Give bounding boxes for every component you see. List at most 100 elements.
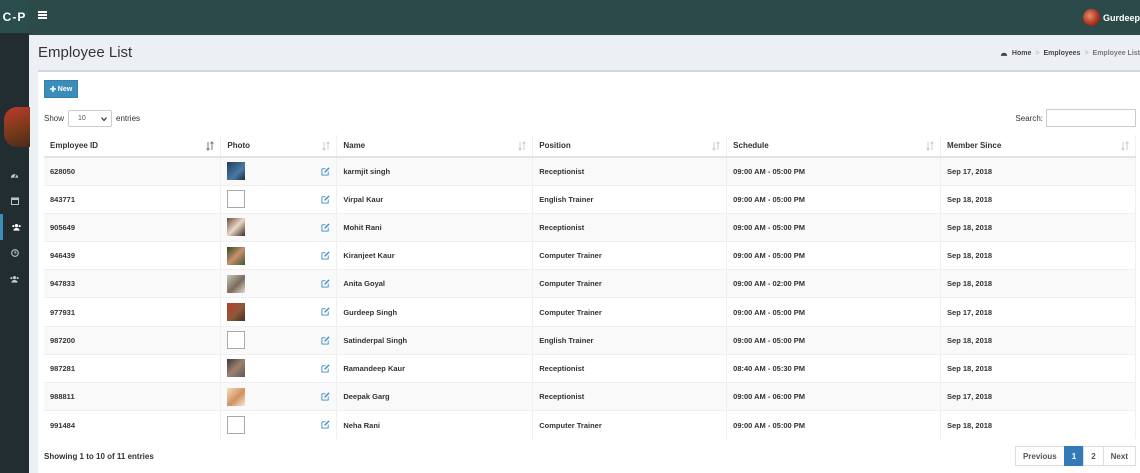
schedule-cell: 09:00 AM - 02:00 PM bbox=[726, 269, 942, 298]
sort-icon bbox=[518, 141, 527, 151]
member-since-cell: Sep 18, 2018 bbox=[940, 269, 1136, 298]
column-header-label: Position bbox=[539, 141, 571, 150]
pagination: Previous 1 2 Next bbox=[1014, 446, 1136, 466]
new-button-label: New bbox=[57, 85, 73, 93]
member-since-cell: Sep 18, 2018 bbox=[940, 353, 1136, 383]
sidebar-nav bbox=[0, 162, 29, 292]
breadcrumb-home[interactable]: Home bbox=[1012, 50, 1031, 57]
page-1-button[interactable]: 1 bbox=[1063, 446, 1085, 466]
name-cell: Gurdeep Singh bbox=[336, 297, 534, 327]
chevron-down-icon bbox=[101, 116, 107, 121]
employee-photo bbox=[227, 246, 246, 265]
employee-table: Employee ID Photo Name Position Schedule Memb… bbox=[44, 135, 1136, 439]
table-row: 628050 karmjit singh Receptionist 09:00 AM … bbox=[44, 156, 1136, 186]
table-row: 946439 Kiranjeet Kaur Computer Trainer 09:0… bbox=[44, 241, 1136, 270]
group-icon bbox=[10, 276, 19, 283]
edit-icon[interactable] bbox=[321, 420, 330, 429]
sidebar-item-employees[interactable] bbox=[0, 214, 29, 240]
edit-icon[interactable] bbox=[321, 167, 330, 176]
column-header[interactable]: Member Since bbox=[940, 135, 1136, 158]
name-cell: Neha Rani bbox=[336, 410, 534, 439]
search-input[interactable] bbox=[1046, 109, 1136, 127]
member-since-cell: Sep 18, 2018 bbox=[940, 212, 1136, 242]
position-cell: Computer Trainer bbox=[532, 269, 728, 298]
table-row: 987281 Ramandeep Kaur Receptionist 08:40 AM… bbox=[44, 353, 1136, 383]
member-since-cell: Sep 17, 2018 bbox=[940, 381, 1136, 411]
column-header[interactable]: Schedule bbox=[726, 135, 942, 158]
column-header-label: Schedule bbox=[733, 141, 769, 150]
users-icon bbox=[11, 224, 21, 231]
table-row: 988811 Deepak Garg Receptionist 09:00 AM - … bbox=[44, 381, 1136, 411]
edit-icon[interactable] bbox=[321, 279, 330, 288]
schedule-cell: 08:40 AM - 05:30 PM bbox=[726, 353, 942, 383]
column-header[interactable]: Employee ID bbox=[44, 135, 222, 158]
sort-icon bbox=[926, 141, 934, 151]
schedule-cell: 09:00 AM - 05:00 PM bbox=[726, 184, 942, 214]
name-cell: Kiranjeet Kaur bbox=[336, 241, 534, 270]
dashboard-icon bbox=[10, 173, 19, 178]
sort-icon bbox=[1121, 141, 1129, 151]
edit-icon[interactable] bbox=[321, 223, 330, 232]
name-cell: Anita Goyal bbox=[336, 269, 534, 298]
sort-ascending-icon bbox=[206, 141, 215, 151]
column-header[interactable]: Name bbox=[336, 135, 534, 158]
app-logo[interactable]: C-P bbox=[0, 0, 29, 33]
column-header[interactable]: Position bbox=[532, 135, 728, 158]
employee-photo bbox=[227, 416, 246, 435]
show-label: Show bbox=[44, 114, 65, 123]
table-row: 947833 Anita Goyal Computer Trainer 09:00 A… bbox=[44, 269, 1136, 298]
sort-icon bbox=[322, 141, 331, 151]
breadcrumb-current: Employee List bbox=[1092, 50, 1140, 57]
schedule-cell: 09:00 AM - 05:00 PM bbox=[726, 297, 942, 327]
employee-id-cell: 947833 bbox=[44, 269, 222, 298]
edit-icon[interactable] bbox=[321, 392, 330, 401]
previous-button[interactable]: Previous bbox=[1014, 446, 1065, 466]
edit-icon[interactable] bbox=[321, 364, 330, 373]
page-2-button[interactable]: 2 bbox=[1083, 446, 1104, 466]
entries-select[interactable]: 10 bbox=[68, 110, 113, 127]
edit-icon[interactable] bbox=[321, 251, 330, 260]
breadcrumb-employees[interactable]: Employees bbox=[1043, 50, 1080, 57]
edit-icon[interactable] bbox=[321, 307, 330, 316]
schedule-cell: 09:00 AM - 05:00 PM bbox=[726, 241, 942, 270]
sidebar-item-calendar[interactable] bbox=[0, 188, 29, 214]
table-row: 905649 Mohit Rani Receptionist 09:00 AM - 0… bbox=[44, 212, 1136, 242]
position-cell: Receptionist bbox=[532, 156, 728, 186]
position-cell: Computer Trainer bbox=[532, 410, 728, 439]
avatar bbox=[1082, 9, 1100, 26]
employee-id-cell: 987200 bbox=[44, 325, 222, 355]
menu-toggle-icon[interactable] bbox=[38, 11, 47, 19]
employee-id-cell: 991484 bbox=[44, 410, 222, 439]
user-name: Gurdeep bbox=[1102, 12, 1140, 23]
entries-label: entries bbox=[116, 114, 141, 123]
member-since-cell: Sep 18, 2018 bbox=[940, 325, 1136, 355]
new-employee-button[interactable]: New bbox=[44, 80, 78, 98]
column-header-label: Member Since bbox=[947, 141, 1002, 150]
position-cell: Computer Trainer bbox=[532, 241, 728, 270]
photo-cell bbox=[220, 269, 338, 298]
edit-icon[interactable] bbox=[321, 195, 330, 204]
sidebar-item-schedule[interactable] bbox=[0, 240, 29, 266]
sort-icon bbox=[712, 141, 721, 151]
edit-icon[interactable] bbox=[321, 336, 330, 345]
schedule-cell: 09:00 AM - 05:00 PM bbox=[726, 212, 942, 242]
table-row: 987200 Satinderpal Singh English Trainer 09… bbox=[44, 325, 1136, 355]
next-button[interactable]: Next bbox=[1102, 446, 1136, 466]
employee-photo bbox=[227, 218, 246, 237]
column-header[interactable]: Photo bbox=[220, 135, 338, 158]
table-search: Search: bbox=[1015, 109, 1136, 127]
sidebar-item-dashboard[interactable] bbox=[0, 162, 29, 188]
employee-id-cell: 977931 bbox=[44, 297, 222, 327]
table-row: 977931 Gurdeep Singh Computer Trainer 09:00… bbox=[44, 297, 1136, 327]
schedule-cell: 09:00 AM - 05:00 PM bbox=[726, 325, 942, 355]
member-since-cell: Sep 18, 2018 bbox=[940, 410, 1136, 439]
home-icon bbox=[1000, 52, 1008, 56]
name-cell: Mohit Rani bbox=[336, 212, 534, 242]
schedule-cell: 09:00 AM - 05:00 PM bbox=[726, 156, 942, 186]
user-menu[interactable]: Gurdeep bbox=[1082, 9, 1140, 26]
position-cell: Receptionist bbox=[532, 353, 728, 383]
position-cell: Computer Trainer bbox=[532, 297, 728, 327]
sidebar-item-groups[interactable] bbox=[0, 266, 29, 292]
employee-photo bbox=[227, 303, 246, 322]
column-header-label: Name bbox=[343, 141, 366, 150]
